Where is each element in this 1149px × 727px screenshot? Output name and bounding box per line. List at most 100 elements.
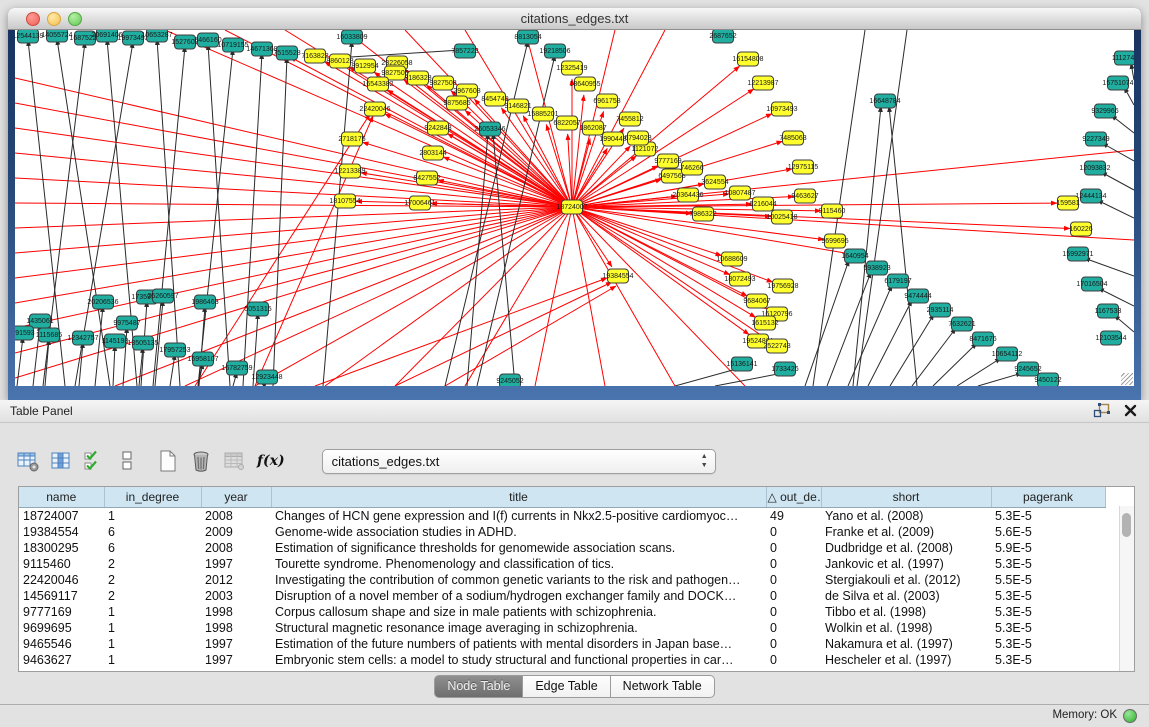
node-1640954[interactable]: 1640954 [841,249,868,263]
node-9699695[interactable]: 9699695 [821,234,848,248]
float-panel-icon[interactable] [1093,403,1110,418]
node-12325419[interactable]: 12325419 [556,61,587,75]
node-1115685[interactable]: 1115685 [36,328,62,342]
table-mode-button[interactable] [16,449,40,473]
node-12544139[interactable]: 12544139 [15,30,44,43]
node-391593[interactable]: 391593 [15,326,35,340]
node-22420046[interactable]: 22420046 [359,102,390,116]
node-15885201[interactable]: 15885201 [527,107,558,121]
node-15136141[interactable]: 15136141 [726,357,757,371]
node-1112745[interactable]: 1112745 [1112,51,1134,65]
node-8427552[interactable]: 8427552 [413,171,440,185]
tab-node-table[interactable]: Node Table [434,675,523,698]
node-16958107[interactable]: 16958107 [187,352,218,366]
scrollbar-thumb[interactable] [1122,513,1131,537]
node-10654112[interactable]: 10654112 [992,347,1023,361]
table-select-dropdown[interactable]: citations_edges.txt ▲▼ [322,449,716,474]
table-row[interactable]: 969969511998Structural magnetic resonanc… [19,620,1105,636]
node-9329966[interactable]: 9329966 [1091,104,1118,118]
canvas-resize-grip[interactable] [1121,373,1133,385]
table-row[interactable]: 1872400712008Changes of HCN gene express… [19,508,1105,525]
tab-edge-table[interactable]: Edge Table [523,675,610,698]
column-header-pagerank[interactable]: pagerank [991,487,1105,508]
node-8186328[interactable]: 8186328 [404,71,431,85]
node-9450122[interactable]: 9450122 [1034,373,1061,386]
network-window-titlebar[interactable]: citations_edges.txt [8,8,1141,30]
tab-network-table[interactable]: Network Table [611,675,715,698]
node-12213389[interactable]: 12213389 [334,164,365,178]
node-9245052[interactable]: 9245052 [496,374,523,386]
node-6179197[interactable]: 6179197 [884,274,911,288]
node-9115460[interactable]: 9115460 [819,204,846,218]
column-header-title[interactable]: title [271,487,766,508]
node-9227349[interactable]: 9227349 [1082,132,1109,146]
node-16033809[interactable]: 16033809 [336,30,367,44]
node-26053346[interactable]: 26053346 [474,122,505,136]
node-16782759[interactable]: 16782759 [221,361,252,375]
node-9242848[interactable]: 9242848 [424,121,451,135]
node-5051315[interactable]: 5051315 [244,302,271,316]
memory-ok-icon[interactable] [1123,709,1137,723]
table-row[interactable]: 1456911722003Disruption of a novel membe… [19,588,1105,604]
column-header-short[interactable]: short [821,487,991,508]
node-12975115[interactable]: 12975115 [788,160,819,174]
node-2687652[interactable]: 2687652 [709,30,736,43]
node-9474444[interactable]: 9474444 [904,289,931,303]
table-row[interactable]: 1830029562008Estimation of significance … [19,540,1105,556]
node-17016504[interactable]: 17016504 [1076,277,1107,291]
close-window-icon[interactable] [26,12,40,26]
node-746266[interactable]: 746266 [680,161,703,175]
node-1733426[interactable]: 1733426 [771,362,798,376]
node-12103544[interactable]: 12103544 [1095,331,1126,345]
row-height-button[interactable] [115,449,139,473]
node-13505135[interactable]: 13505135 [127,336,158,350]
node-9463627[interactable]: 9463627 [791,189,818,203]
node-20364436[interactable]: 20364436 [672,188,703,202]
column-header-year[interactable]: year [201,487,271,508]
node-6216044[interactable]: 6216044 [749,197,776,211]
node-6822057[interactable]: 6822057 [553,116,580,130]
node-16154808[interactable]: 16154808 [732,52,763,66]
import-table-button[interactable] [222,449,246,473]
node-14055724[interactable]: 14055724 [41,30,72,42]
table-row[interactable]: 2242004622012Investigating the contribut… [19,572,1105,588]
node-2935114[interactable]: 2935114 [927,303,954,317]
node-12342757[interactable]: 12342757 [67,331,98,345]
node-18640955[interactable]: 18640955 [569,77,600,91]
node-12213987[interactable]: 12213987 [747,76,778,90]
network-canvas[interactable]: 1254413914055724168752242069140619973493… [15,30,1134,386]
column-header-in-degree[interactable]: in_degree [104,487,201,508]
node-2522743[interactable]: 2522743 [763,339,790,353]
node-7455812[interactable]: 7455812 [616,112,643,126]
table-row[interactable]: 946362711997Embryonic stem cells: a mode… [19,652,1105,668]
table-row[interactable]: 946554611997Estimation of the future num… [19,636,1105,652]
node-2718176[interactable]: 2718176 [338,132,365,146]
node-19384554[interactable]: 19384554 [602,269,633,283]
table-row[interactable]: 911546021997Tourette syndrome. Phenomeno… [19,556,1105,572]
node-1862087[interactable]: 1862087 [579,121,606,135]
node-6961758[interactable]: 6961758 [593,94,620,108]
delete-column-button[interactable] [189,449,213,473]
node-1615132[interactable]: 1615132 [751,316,778,330]
node-19218506[interactable]: 19218506 [539,44,570,58]
node-7485063[interactable]: 7485063 [779,131,806,145]
node-17957253[interactable]: 17957253 [159,343,190,357]
node-8813054[interactable]: 8813054 [514,30,541,44]
node-9684067[interactable]: 9684067 [743,294,770,308]
node-160226[interactable]: 160226 [1069,222,1092,236]
node-2803144[interactable]: 2803144 [419,146,446,160]
node-1990448[interactable]: 1990448 [599,132,626,146]
node-15992971[interactable]: 15992971 [1062,247,1093,261]
node-7163822[interactable]: 7163822 [301,49,328,63]
table-row[interactable]: 1938455462009Genome-wide association stu… [19,524,1105,540]
node-7515528[interactable]: 7515528 [273,46,300,60]
new-column-button[interactable] [156,449,180,473]
node-5938923[interactable]: 5938923 [863,261,890,275]
node-19756928[interactable]: 19756928 [767,279,798,293]
node-12093832[interactable]: 12093832 [1079,161,1110,175]
node-10807487[interactable]: 10807487 [724,186,755,200]
node-159581[interactable]: 159581 [1056,196,1079,210]
node-1167533[interactable]: 1167533 [1095,304,1122,318]
node-15751074[interactable]: 15751074 [1102,76,1133,90]
node-10688609[interactable]: 10688609 [716,252,747,266]
